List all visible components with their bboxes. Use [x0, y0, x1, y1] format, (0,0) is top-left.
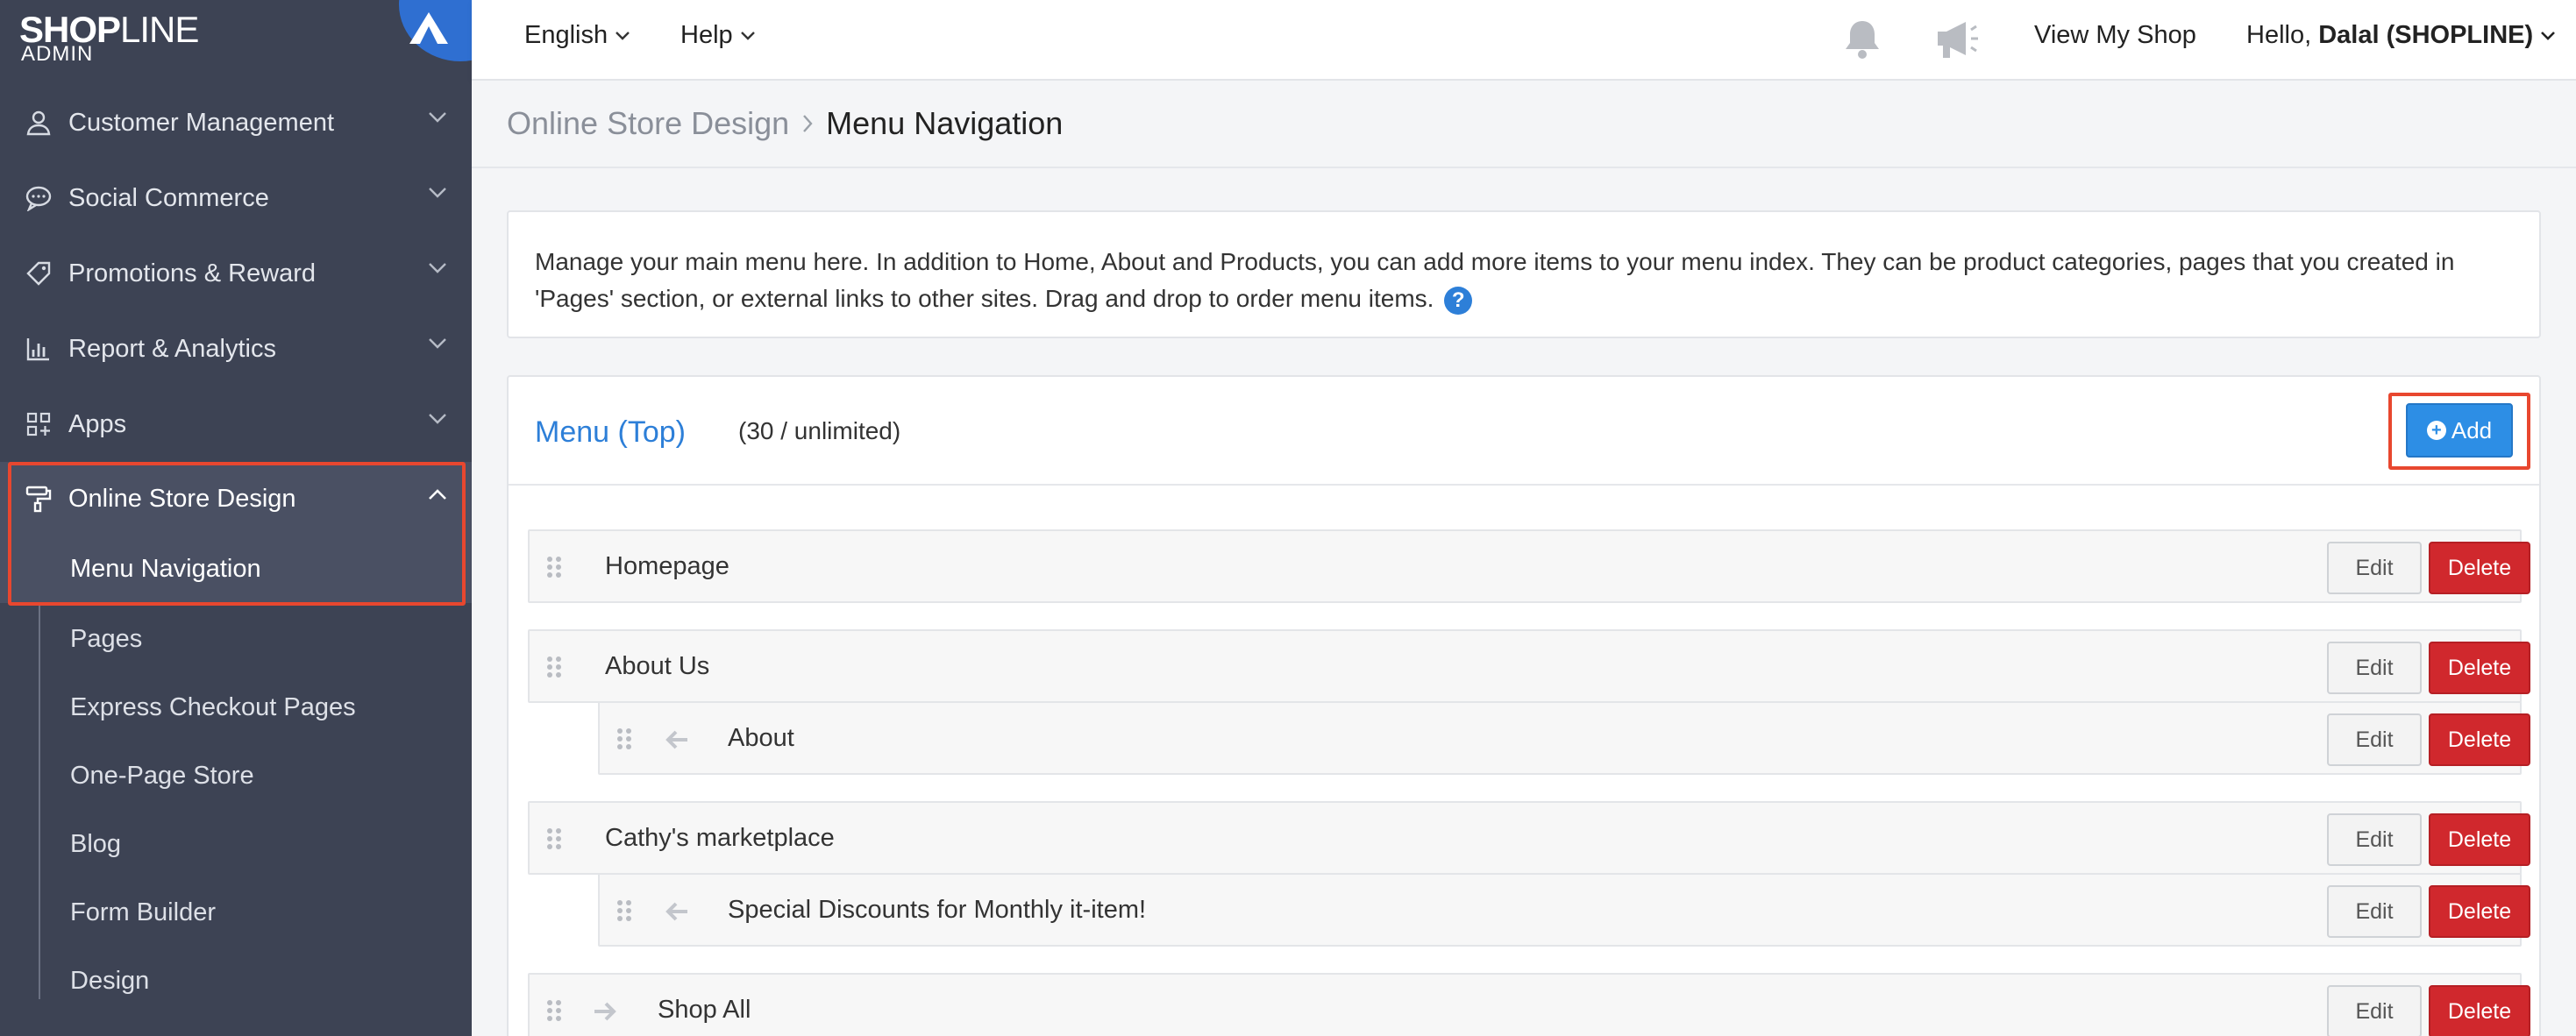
- sidebar-item-report-analytics[interactable]: Report & Analytics: [0, 311, 472, 387]
- question-mark-icon[interactable]: ?: [1444, 286, 1473, 315]
- sidebar-item-promotions-reward[interactable]: Promotions & Reward: [0, 236, 472, 311]
- sidebar-item-label: Report & Analytics: [68, 334, 276, 363]
- delete-button[interactable]: Delete: [2429, 985, 2530, 1036]
- breadcrumb: Online Store Design Menu Navigation: [472, 81, 2576, 168]
- apps-grid-icon: [21, 407, 56, 442]
- page-title: Menu Navigation: [826, 105, 1064, 141]
- sidebar-item-label: Social Commerce: [68, 183, 269, 212]
- sidebar-item-label: Apps: [68, 409, 127, 438]
- delete-button[interactable]: Delete: [2429, 713, 2530, 766]
- chevron-down-icon: [429, 188, 446, 198]
- highlight-box-online-store-design: [8, 462, 466, 606]
- arrow-left-icon[interactable]: [665, 729, 689, 750]
- bar-chart-icon: [21, 331, 56, 366]
- menu-item-label: Shop All: [658, 996, 751, 1024]
- breadcrumb-parent[interactable]: Online Store Design: [507, 105, 789, 142]
- sidebar-subitem-form-builder[interactable]: Form Builder: [0, 878, 472, 947]
- sidebar-subitem-one-page-store[interactable]: One-Page Store: [0, 742, 472, 810]
- bell-icon[interactable]: [1841, 18, 1883, 61]
- sidebar-subitem-pages[interactable]: Pages: [0, 605, 472, 673]
- chevron-down-icon: [2541, 31, 2556, 40]
- edit-button[interactable]: Edit: [2327, 985, 2422, 1036]
- edit-button[interactable]: Edit: [2327, 813, 2422, 866]
- menu-item-label: Homepage: [605, 552, 729, 580]
- delete-button[interactable]: Delete: [2429, 642, 2530, 694]
- drag-handle-icon[interactable]: [545, 656, 563, 678]
- delete-button[interactable]: Delete: [2429, 542, 2530, 594]
- chevron-down-icon: [429, 338, 446, 349]
- drag-handle-icon[interactable]: [616, 899, 633, 922]
- edit-button[interactable]: Edit: [2327, 713, 2422, 766]
- menu-count: (30 / unlimited): [738, 417, 901, 444]
- menu-item-label: Special Discounts for Monthly it-item!: [728, 896, 1147, 924]
- info-text: Manage your main menu here. In addition …: [535, 248, 2455, 312]
- sidebar-subitem-design[interactable]: Design: [0, 947, 472, 1015]
- chat-bubble-icon: [21, 181, 56, 216]
- chevron-down-icon: [429, 263, 446, 273]
- user-menu-dropdown[interactable]: Hello, Dalal (SHOPLINE): [2246, 21, 2556, 50]
- sidebar-subitem-blog[interactable]: Blog: [0, 810, 472, 878]
- sidebar-item-social-commerce[interactable]: Social Commerce: [0, 160, 472, 236]
- sidebar-subitem-express-checkout-pages[interactable]: Express Checkout Pages: [0, 673, 472, 742]
- language-dropdown[interactable]: English: [524, 21, 630, 50]
- sidebar: SHOPLINE ADMIN Customer Management Socia…: [0, 0, 472, 1036]
- sidebar-submenu: Menu Navigation Pages Express Checkout P…: [0, 535, 472, 1036]
- sidebar-item-label: Promotions & Reward: [68, 259, 317, 287]
- top-bar: English Help View My Shop Hello, Dalal (…: [472, 0, 2576, 81]
- menu-panel: Menu (Top) (30 / unlimited) + Add Homepa…: [507, 375, 2541, 1036]
- chevron-right-icon: [803, 115, 813, 132]
- sidebar-item-label: Customer Management: [68, 108, 335, 137]
- menu-item-row[interactable]: Shop All Edit Delete: [528, 973, 2530, 1036]
- arrow-right-icon[interactable]: [593, 1001, 617, 1022]
- drag-handle-icon[interactable]: [545, 999, 563, 1022]
- shopline-logo[interactable]: SHOPLINE ADMIN: [18, 9, 472, 68]
- sidebar-item-apps[interactable]: Apps: [0, 387, 472, 462]
- drag-handle-icon[interactable]: [616, 727, 633, 750]
- delete-button[interactable]: Delete: [2429, 885, 2530, 938]
- chevron-down-icon: [616, 31, 630, 40]
- menu-item-label: Cathy's marketplace: [605, 824, 835, 852]
- delete-button[interactable]: Delete: [2429, 813, 2530, 866]
- view-my-shop-link[interactable]: View My Shop: [2034, 21, 2196, 50]
- menu-item-row[interactable]: Cathy's marketplace Edit Delete: [528, 801, 2530, 875]
- chevron-down-icon: [740, 31, 755, 40]
- menu-item-row[interactable]: About Us Edit Delete: [528, 629, 2530, 703]
- brand-subtitle: ADMIN: [21, 42, 94, 66]
- megaphone-icon[interactable]: [1932, 18, 1982, 61]
- menu-item-row-child[interactable]: About Edit Delete: [598, 701, 2530, 775]
- help-dropdown[interactable]: Help: [680, 21, 756, 50]
- menu-title: Menu (Top): [535, 415, 686, 449]
- highlight-box-add-button: [2388, 393, 2530, 470]
- menu-item-label: About: [728, 724, 794, 752]
- drag-handle-icon[interactable]: [545, 827, 563, 850]
- arrow-left-icon[interactable]: [665, 901, 689, 922]
- chevron-down-icon: [429, 414, 446, 424]
- menu-item-label: About Us: [605, 652, 710, 680]
- tag-icon: [21, 256, 56, 291]
- user-icon: [21, 105, 56, 140]
- sidebar-item-customer-management[interactable]: Customer Management: [0, 85, 472, 160]
- menu-item-row-child[interactable]: Special Discounts for Monthly it-item! E…: [598, 873, 2530, 947]
- info-panel: Manage your main menu here. In addition …: [507, 210, 2541, 338]
- menu-panel-header: Menu (Top) (30 / unlimited) + Add: [509, 377, 2539, 486]
- user-name: Dalal (SHOPLINE): [2318, 21, 2534, 49]
- edit-button[interactable]: Edit: [2327, 642, 2422, 694]
- drag-handle-icon[interactable]: [545, 556, 563, 578]
- chevron-down-icon: [429, 112, 446, 123]
- edit-button[interactable]: Edit: [2327, 542, 2422, 594]
- edit-button[interactable]: Edit: [2327, 885, 2422, 938]
- menu-item-row[interactable]: Homepage Edit Delete: [528, 529, 2530, 603]
